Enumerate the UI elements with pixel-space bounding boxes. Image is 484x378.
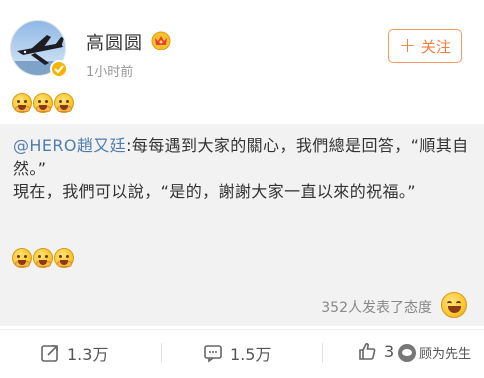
mention-link[interactable]: @HERO趙又廷 — [13, 136, 126, 155]
comment-icon — [204, 345, 222, 363]
pray-emoji-icon — [54, 93, 74, 113]
pray-emoji-icon — [33, 93, 53, 113]
action-separator — [161, 343, 162, 363]
like-icon — [359, 343, 376, 360]
watermark-text: 顾为先生 — [419, 347, 472, 362]
pray-emoji-icon — [12, 93, 32, 113]
post-timestamp: 1小时前 — [86, 65, 134, 80]
plus-icon: + — [399, 33, 416, 57]
like-count: 3 — [384, 341, 395, 361]
share-count: 1.3万 — [67, 345, 109, 364]
pray-emoji-icon — [12, 248, 32, 268]
wechat-icon — [398, 343, 416, 362]
verified-badge-icon — [50, 60, 68, 78]
comment-button[interactable]: 1.5万 — [203, 341, 271, 365]
action-separator — [322, 343, 323, 363]
follow-label: 关注 — [420, 37, 451, 56]
grin-emoji-icon[interactable] — [441, 292, 467, 318]
username[interactable]: 高圆圆 — [86, 29, 143, 55]
reactions-count[interactable]: 352人发表了态度 — [321, 297, 432, 317]
crown-icon — [150, 30, 172, 51]
share-button[interactable]: 1.3万 — [40, 341, 108, 365]
post-body-emojis — [12, 93, 74, 113]
pray-emoji-icon — [54, 248, 74, 268]
retweet-emojis — [12, 248, 74, 268]
post-header: 高圆圆 1小时前 + 关注 — [0, 0, 484, 88]
retweet-text: @HERO趙又廷:每每遇到大家的關心，我們總是回答，“順其自然。” 現在，我們可… — [13, 134, 475, 203]
share-icon — [41, 345, 58, 362]
pray-emoji-icon — [33, 248, 53, 268]
like-button[interactable]: 3 — [357, 341, 394, 361]
watermark: 顾为先生 — [398, 343, 471, 362]
comment-count: 1.5万 — [230, 345, 272, 364]
follow-button[interactable]: + 关注 — [388, 29, 462, 63]
